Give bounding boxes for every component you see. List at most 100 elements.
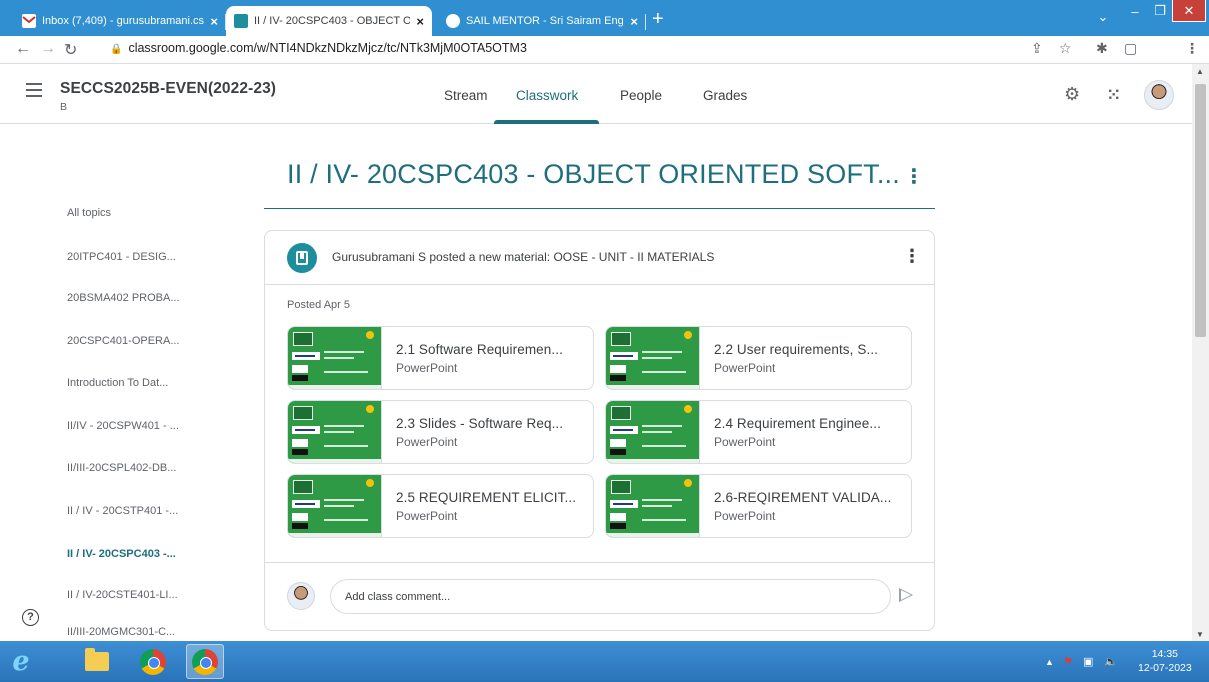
account-avatar[interactable] bbox=[1144, 80, 1174, 110]
action-center-flag-icon[interactable]: ⚑ bbox=[1063, 655, 1073, 668]
topic-item[interactable]: II / IV - 20CSTP401 -... bbox=[67, 505, 178, 517]
material-icon bbox=[287, 243, 317, 273]
attachment-title: 2.3 Slides - Software Req... bbox=[396, 416, 564, 431]
tab-title: II / IV- 20CSPC403 - OBJECT ORIE bbox=[254, 15, 411, 27]
minimize-button[interactable]: ‒ bbox=[1122, 0, 1148, 22]
apps-grid-icon[interactable]: ⁙ bbox=[1107, 85, 1120, 105]
url-bar[interactable]: 🔒 classroom.google.com/w/NTI4NDkzNDkzMjcz… bbox=[110, 41, 527, 55]
post-more-options-icon[interactable]: ⋮ bbox=[903, 246, 921, 267]
internet-explorer-icon[interactable]: e bbox=[2, 644, 40, 679]
tab-grades[interactable]: Grades bbox=[703, 88, 747, 103]
topic-more-options-icon[interactable]: ⋮ bbox=[904, 164, 924, 189]
slide-thumbnail bbox=[606, 401, 700, 463]
scroll-down-arrow-icon[interactable]: ▼ bbox=[1196, 630, 1204, 639]
material-post-card[interactable]: Gurusubramani S posted a new material: O… bbox=[264, 230, 935, 631]
volume-icon[interactable]: 🔈 bbox=[1104, 655, 1118, 668]
attachment-card[interactable]: 2.4 Requirement Enginee... PowerPoint bbox=[605, 400, 912, 464]
attachment-type: PowerPoint bbox=[396, 361, 458, 375]
attachment-card[interactable]: 2.6-REQIREMENT VALIDA... PowerPoint bbox=[605, 474, 912, 538]
scroll-up-arrow-icon[interactable]: ▲ bbox=[1196, 67, 1204, 76]
slide-thumbnail bbox=[606, 475, 700, 537]
close-tab-icon[interactable]: × bbox=[210, 14, 218, 29]
chrome-icon[interactable] bbox=[134, 644, 172, 679]
active-tab-indicator bbox=[494, 120, 599, 124]
attachment-title: 2.4 Requirement Enginee... bbox=[714, 416, 881, 431]
attachment-title: 2.6-REQIREMENT VALIDA... bbox=[714, 490, 892, 505]
sairam-icon bbox=[446, 14, 460, 28]
divider bbox=[265, 562, 934, 563]
main-menu-icon[interactable] bbox=[26, 83, 42, 101]
page-scrollbar[interactable]: ▲ ▼ bbox=[1192, 64, 1209, 641]
tab-title: SAIL MENTOR - Sri Sairam Engine bbox=[466, 15, 625, 27]
attachment-title: 2.5 REQUIREMENT ELICIT... bbox=[396, 490, 577, 505]
class-comment-input[interactable]: Add class comment... bbox=[330, 579, 891, 614]
topic-item[interactable]: II/III-20MGMC301-C... bbox=[67, 626, 175, 638]
attachment-title: 2.1 Software Requiremen... bbox=[396, 342, 563, 357]
attachment-type: PowerPoint bbox=[396, 509, 458, 523]
attachment-card[interactable]: 2.3 Slides - Software Req... PowerPoint bbox=[287, 400, 594, 464]
attachment-type: PowerPoint bbox=[714, 361, 776, 375]
topic-item[interactable]: Introduction To Dat... bbox=[67, 377, 168, 389]
browser-tab-gmail[interactable]: Inbox (7,409) - gurusubramani.cs × bbox=[14, 6, 226, 36]
topic-all[interactable]: All topics bbox=[67, 207, 111, 219]
browser-tab-sail-mentor[interactable]: SAIL MENTOR - Sri Sairam Engine × bbox=[438, 6, 646, 36]
settings-gear-icon[interactable]: ⚙ bbox=[1064, 84, 1080, 105]
attachment-type: PowerPoint bbox=[714, 509, 776, 523]
post-header[interactable]: Gurusubramani S posted a new material: O… bbox=[332, 250, 714, 264]
new-tab-button[interactable]: + bbox=[652, 9, 664, 29]
reload-icon[interactable]: ↻ bbox=[64, 40, 77, 60]
lock-icon: 🔒 bbox=[110, 44, 123, 55]
topic-item[interactable]: II / IV-20CSTE401-LI... bbox=[67, 589, 178, 601]
attachment-card[interactable]: 2.5 REQUIREMENT ELICIT... PowerPoint bbox=[287, 474, 594, 538]
attachment-type: PowerPoint bbox=[396, 435, 458, 449]
topic-item[interactable]: 20BSMA402 PROBA... bbox=[67, 292, 180, 304]
back-icon[interactable]: ← bbox=[15, 40, 31, 58]
forward-icon[interactable]: → bbox=[40, 40, 56, 58]
url-text: classroom.google.com/w/NTI4NDkzNDkzMjcz/… bbox=[128, 41, 527, 55]
topic-item[interactable]: II/III-20CSPL402-DB... bbox=[67, 462, 176, 474]
classroom-icon bbox=[234, 14, 248, 28]
slide-thumbnail bbox=[288, 401, 382, 463]
close-tab-icon[interactable]: × bbox=[416, 14, 424, 29]
attachment-type: PowerPoint bbox=[714, 435, 776, 449]
tab-stream[interactable]: Stream bbox=[444, 88, 488, 103]
address-toolbar: ← → ↻ 🔒 classroom.google.com/w/NTI4NDkzND… bbox=[0, 36, 1209, 95]
posted-date: Posted Apr 5 bbox=[287, 299, 350, 311]
class-section: B bbox=[60, 101, 68, 113]
browser-tab-strip: Inbox (7,409) - gurusubramani.cs × II / … bbox=[0, 0, 1209, 36]
scrollbar-thumb[interactable] bbox=[1195, 84, 1206, 337]
tab-people[interactable]: People bbox=[620, 88, 662, 103]
share-icon[interactable]: ⇪ bbox=[1031, 40, 1043, 57]
slide-thumbnail bbox=[288, 475, 382, 537]
browser-menu-icon[interactable]: ⋮ bbox=[1185, 40, 1199, 57]
bookmark-star-icon[interactable]: ☆ bbox=[1059, 40, 1072, 57]
extensions-puzzle-icon[interactable]: ✱ bbox=[1096, 40, 1108, 57]
tab-title: Inbox (7,409) - gurusubramani.cs bbox=[42, 15, 205, 27]
class-name[interactable]: SECCS2025B-EVEN(2022-23) bbox=[60, 80, 276, 98]
send-icon[interactable] bbox=[899, 588, 913, 602]
chrome-profile-icon[interactable] bbox=[186, 644, 224, 679]
file-explorer-icon[interactable] bbox=[78, 644, 116, 679]
topic-item-active[interactable]: II / IV- 20CSPC403 -... bbox=[67, 548, 176, 560]
browser-tab-classroom[interactable]: II / IV- 20CSPC403 - OBJECT ORIE × bbox=[226, 6, 432, 36]
classroom-header: SECCS2025B-EVEN(2022-23) B Stream Classw… bbox=[0, 64, 1192, 124]
clock-date: 12-07-2023 bbox=[1138, 662, 1192, 674]
attachment-card[interactable]: 2.1 Software Requiremen... PowerPoint bbox=[287, 326, 594, 390]
close-window-button[interactable]: ✕ bbox=[1172, 0, 1206, 22]
side-panel-icon[interactable]: ▢ bbox=[1124, 40, 1137, 57]
taskbar-clock[interactable]: 14:35 12-07-2023 bbox=[1138, 647, 1192, 675]
attachment-card[interactable]: 2.2 User requirements, S... PowerPoint bbox=[605, 326, 912, 390]
topic-item[interactable]: II/IV - 20CSPW401 - ... bbox=[67, 420, 179, 432]
gmail-icon bbox=[22, 14, 36, 28]
topic-item[interactable]: 20CSPC401-OPERA... bbox=[67, 335, 180, 347]
tab-classwork[interactable]: Classwork bbox=[516, 88, 578, 103]
restore-button[interactable]: ❐ bbox=[1148, 0, 1172, 22]
attachment-title: 2.2 User requirements, S... bbox=[714, 342, 879, 357]
clock-time: 14:35 bbox=[1151, 648, 1178, 660]
show-hidden-icons-icon[interactable]: ▲ bbox=[1045, 657, 1054, 667]
topic-item[interactable]: 20ITPC401 - DESIG... bbox=[67, 251, 176, 263]
tab-search-icon[interactable]: ⌄ bbox=[1092, 6, 1114, 28]
help-icon[interactable]: ? bbox=[22, 609, 39, 626]
network-icon[interactable]: ▣ bbox=[1083, 655, 1093, 668]
close-tab-icon[interactable]: × bbox=[630, 14, 638, 29]
